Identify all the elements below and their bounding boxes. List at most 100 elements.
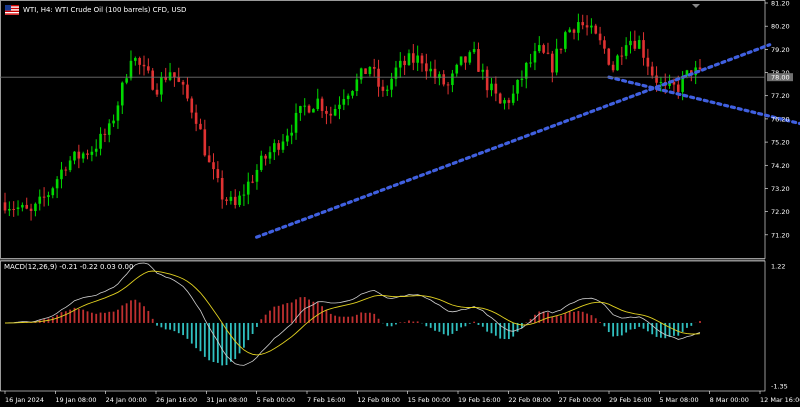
candle-body [168, 72, 172, 80]
candle-body [29, 208, 33, 211]
candle-body [99, 133, 102, 149]
candle-body [160, 77, 163, 95]
candle-body [255, 169, 259, 182]
candle-body [390, 78, 393, 90]
candle-body [259, 155, 263, 170]
candle-body [629, 40, 632, 46]
time-tick-label: 7 Feb 16:00 [307, 396, 346, 404]
candle-body [329, 113, 333, 116]
time-tick-label: 12 Feb 08:00 [357, 396, 400, 404]
main-panel-border [0, 0, 766, 259]
candle-body [585, 25, 589, 28]
time-tick-label: 15 Feb 00:00 [408, 396, 451, 404]
price-tick-label: 74.20 [771, 162, 790, 170]
candle-body [277, 143, 280, 150]
candle-body [481, 69, 485, 72]
candles-group [3, 13, 702, 221]
trendlines-group [255, 43, 800, 239]
candle-body [25, 204, 29, 209]
time-tick-label: 12 Mar 16:00 [760, 396, 800, 404]
candle-body [624, 45, 628, 56]
candle-body [564, 32, 567, 49]
candle-body [572, 29, 576, 33]
candle-body [385, 89, 389, 91]
candle-body [346, 95, 350, 100]
candle-body [412, 53, 415, 63]
candle-body [529, 62, 532, 64]
price-tick-label: 77.20 [771, 92, 790, 100]
chart-title: WTI, H4: WTI Crude Oil (100 barrels) CFD… [23, 6, 187, 14]
candle-body [34, 203, 37, 211]
candle-body [73, 151, 76, 161]
dropdown-triangle-icon [692, 4, 700, 8]
candle-body [429, 68, 432, 72]
candle-body [12, 208, 15, 210]
candle-body [64, 169, 68, 171]
candle-body [38, 196, 42, 204]
candle-body [698, 67, 702, 69]
candle-body [212, 162, 215, 170]
time-tick-label: 26 Jan 16:00 [156, 396, 197, 404]
candle-body [407, 53, 411, 66]
candle-body [485, 69, 489, 91]
candle-body [351, 91, 354, 96]
macd-tick-label: -1.35 [771, 383, 788, 391]
candle-body [524, 62, 528, 79]
candle-body [55, 179, 59, 189]
candle-body [620, 55, 624, 57]
candle-body [511, 93, 515, 103]
candle-body [568, 29, 571, 33]
candle-body [186, 84, 189, 99]
candle-body [537, 45, 541, 52]
candle-body [190, 98, 194, 113]
candle-body [455, 64, 459, 74]
candle-body [676, 84, 680, 92]
candle-body [659, 82, 663, 84]
candle-body [555, 48, 558, 73]
candle-body [77, 151, 81, 159]
candle-body [533, 51, 537, 63]
candle-body [607, 48, 611, 65]
candle-body [398, 60, 402, 68]
candle-body [103, 133, 107, 135]
candle-body [546, 52, 550, 54]
price-tick-label: 80.20 [771, 23, 790, 31]
time-tick-label: 5 Feb 00:00 [257, 396, 296, 404]
candle-body [325, 110, 328, 114]
price-tick-label: 71.20 [771, 231, 790, 239]
candle-body [42, 196, 46, 198]
candle-body [47, 195, 50, 198]
time-tick-label: 22 Feb 08:00 [508, 396, 551, 404]
time-tick-label: 19 Jan 08:00 [55, 396, 96, 404]
candle-body [138, 58, 141, 65]
candle-body [611, 64, 615, 71]
candle-body [94, 148, 98, 152]
candle-body [220, 177, 224, 200]
candle-body [51, 188, 55, 196]
candle-body [598, 33, 602, 41]
candle-body [60, 169, 63, 180]
candle-body [577, 22, 580, 33]
price-chart[interactable]: 81.2080.2079.2078.2077.2076.2075.2074.20… [0, 0, 800, 407]
price-tick-label: 79.20 [771, 46, 790, 54]
time-tick-label: 16 Jan 2024 [5, 396, 44, 404]
current-price-label: 78.00 [771, 74, 790, 82]
time-tick-label: 8 Mar 00:00 [710, 396, 749, 404]
candle-body [268, 152, 272, 159]
candle-body [181, 81, 185, 85]
candle-body [320, 98, 324, 111]
candle-body [416, 55, 419, 63]
macd-group [4, 262, 701, 366]
candle-body [242, 194, 246, 196]
candle-body [107, 123, 111, 135]
candle-body [372, 66, 376, 69]
candle-body [433, 68, 437, 79]
candle-body [381, 86, 385, 91]
candle-body [173, 72, 176, 78]
candle-body [134, 58, 137, 61]
price-tick-label: 76.20 [771, 115, 790, 123]
price-tick-label: 73.20 [771, 185, 790, 193]
candle-body [307, 105, 311, 113]
candle-body [207, 155, 211, 163]
candle-body [8, 208, 11, 211]
